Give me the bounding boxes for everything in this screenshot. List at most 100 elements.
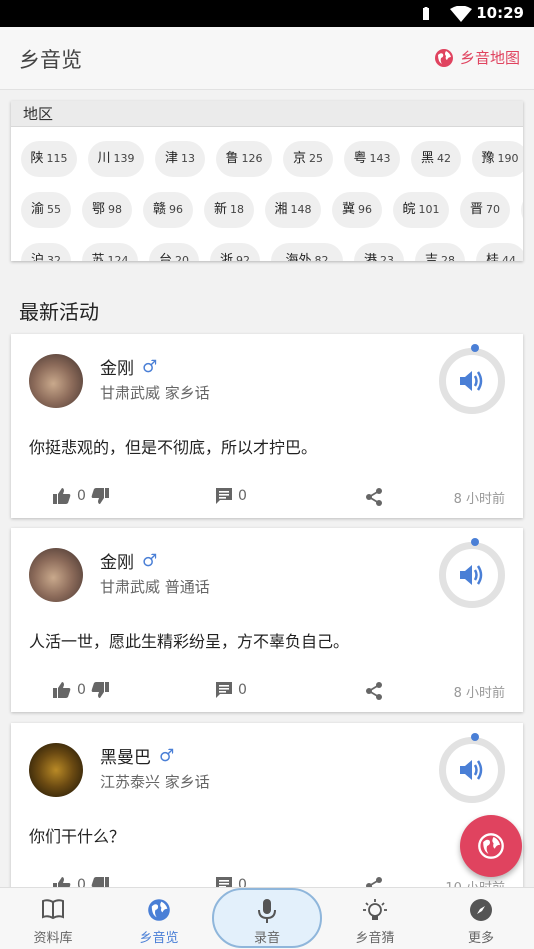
region-chip-count: 42 [437, 152, 451, 165]
region-chip-count: 139 [113, 152, 135, 165]
region-chip[interactable]: 晋 70 [460, 192, 510, 228]
region-panel: 地区 陕115川139津13鲁126京25粤143黑42豫190闽119渝55鄂… [11, 101, 523, 261]
user-name[interactable]: 金刚 [100, 354, 134, 379]
region-chip-count: 148 [290, 203, 312, 216]
region-chip[interactable]: 吉 28 [415, 243, 465, 261]
region-chip[interactable]: 鲁 126 [216, 141, 272, 177]
region-chip-name: 粤 [353, 151, 367, 166]
region-chip[interactable]: 台 20 [149, 243, 199, 261]
avatar[interactable] [29, 743, 83, 797]
region-chip-name: 津 [164, 151, 178, 166]
region-chip-name: 鄂 [91, 202, 105, 217]
like-button[interactable]: 0 [53, 488, 86, 504]
share-button[interactable] [365, 682, 383, 700]
progress-dot [471, 538, 479, 546]
region-chip-name: 海外 [285, 253, 312, 261]
volume-icon [460, 565, 483, 585]
region-chip-count: 20 [175, 254, 189, 261]
nav-item-library[interactable]: 资料库 [0, 887, 106, 949]
user-name-row: 黑曼巴 ♂ [100, 743, 174, 769]
region-chip-name: 桂 [485, 253, 499, 261]
play-audio-button[interactable] [439, 538, 505, 608]
region-chip-count: 32 [47, 254, 61, 261]
nav-label: 录音 [253, 931, 280, 946]
comment-count: 0 [238, 488, 247, 504]
region-chip[interactable]: 黑 42 [411, 141, 461, 177]
thumbs-up-icon [53, 488, 71, 504]
region-chip[interactable]: 桂 44 [476, 243, 523, 261]
region-chip-name: 台 [158, 253, 172, 261]
region-chip-count: 82 [314, 254, 329, 261]
comment-button[interactable]: 0 [216, 488, 247, 504]
region-chip[interactable]: 沪 32 [21, 243, 71, 261]
share-icon [366, 488, 382, 506]
user-name[interactable]: 金刚 [100, 548, 134, 573]
region-chip-name: 川 [97, 151, 111, 166]
card-actions: 0 0 8 小时前 [11, 678, 523, 708]
volume-icon [460, 371, 483, 391]
dislike-button[interactable] [91, 488, 109, 504]
user-name[interactable]: 黑曼巴 [100, 743, 151, 768]
region-chip[interactable]: 冀 96 [332, 192, 382, 228]
region-chip[interactable]: 渝 55 [21, 192, 71, 228]
activity-card[interactable]: 金刚 ♂ 甘肃武威 家乡话 你挺悲观的，但是不彻底，所以才拧巴。 0 0 8 小时前 [11, 334, 523, 518]
region-chip-count: 70 [486, 203, 500, 216]
map-link-button[interactable]: 乡音地图 [434, 47, 520, 68]
male-icon: ♂ [142, 356, 158, 377]
region-chip[interactable]: 粤 143 [344, 141, 400, 177]
region-chip[interactable]: 川 139 [88, 141, 144, 177]
region-chip-name: 黑 [420, 151, 434, 166]
region-chip[interactable]: 皖 101 [393, 192, 449, 228]
region-header: 地区 [11, 101, 523, 127]
region-chip[interactable]: 港 23 [354, 243, 404, 261]
nav-item-guess[interactable]: 乡音猜 [322, 887, 428, 949]
region-chip-count: 190 [497, 152, 519, 165]
region-chip-name: 渝 [30, 202, 44, 217]
like-button[interactable]: 0 [53, 682, 86, 698]
region-chip[interactable]: 湘 148 [265, 192, 321, 228]
activity-card[interactable]: 金刚 ♂ 甘肃武威 普通话 人活一世，愿此生精彩纷呈，方不辜负自己。 0 0 8 小时前 [11, 528, 523, 712]
region-chip[interactable]: 浙 92 [210, 243, 260, 261]
region-chip[interactable]: 陕 115 [21, 141, 77, 177]
thumbs-up-icon [53, 682, 71, 698]
region-chip-count: 44 [502, 254, 516, 261]
region-chip-name: 皖 [402, 202, 416, 217]
region-chip-count: 23 [380, 254, 394, 261]
share-button[interactable] [365, 488, 383, 506]
region-chip[interactable]: 京 25 [283, 141, 333, 177]
region-chip-name: 京 [292, 151, 306, 166]
region-chip[interactable]: 津 13 [155, 141, 205, 177]
region-chip[interactable]: 新 18 [204, 192, 254, 228]
male-icon: ♂ [142, 550, 158, 571]
nav-item-more[interactable]: 更多 [428, 887, 534, 949]
post-time: 8 小时前 [453, 686, 505, 701]
avatar[interactable] [29, 548, 83, 602]
status-bar: 10:29 [0, 0, 534, 27]
region-chip[interactable]: 甘55 [521, 192, 523, 228]
status-time: 10:29 [476, 4, 524, 22]
dislike-button[interactable] [91, 682, 109, 698]
region-chip[interactable]: 苏 124 [82, 243, 138, 261]
region-chip[interactable]: 赣 96 [143, 192, 193, 228]
thumbs-down-icon [91, 488, 109, 504]
user-meta: 甘肃武威 普通话 [100, 578, 210, 596]
comment-count: 0 [238, 682, 247, 698]
volume-icon [460, 760, 483, 780]
region-chip[interactable]: 鄂 98 [82, 192, 132, 228]
region-chip-count: 92 [236, 254, 250, 261]
nav-item-browse[interactable]: 乡音览 [106, 887, 212, 949]
region-chip-count: 126 [241, 152, 263, 165]
book-icon [42, 899, 64, 920]
region-chip-name: 浙 [219, 253, 233, 261]
avatar[interactable] [29, 354, 83, 408]
activity-card[interactable]: 黑曼巴♂江苏泰兴 家乡话你们干什么？0010 小时前 [11, 723, 523, 893]
region-chip[interactable]: 海外 82 [271, 243, 343, 261]
nav-item-record[interactable]: 录音 [214, 887, 320, 949]
region-chip-count: 124 [107, 254, 129, 261]
play-audio-button[interactable] [439, 344, 505, 414]
mic-icon [258, 899, 276, 923]
region-chip[interactable]: 豫 190 [472, 141, 523, 177]
play-audio-button[interactable] [439, 733, 505, 803]
comment-button[interactable]: 0 [216, 682, 247, 698]
map-fab-button[interactable] [460, 815, 522, 877]
